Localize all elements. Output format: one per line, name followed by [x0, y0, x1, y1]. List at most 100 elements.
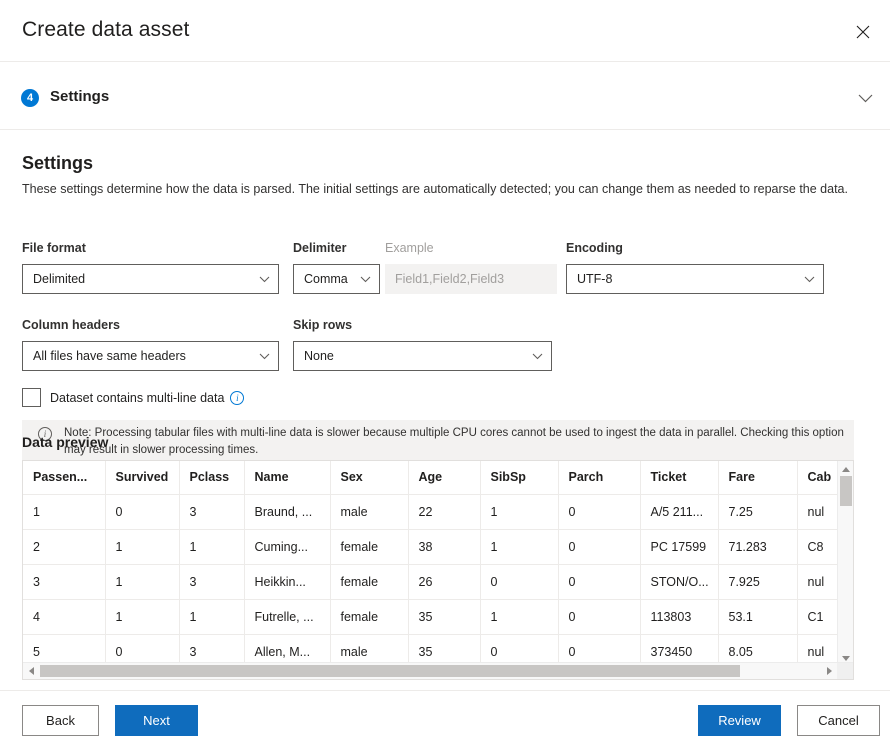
data-preview-table: Passen... Survived Pclass Name Sex Age S…	[23, 461, 853, 669]
scroll-right-button[interactable]	[821, 663, 837, 679]
file-format-dropdown[interactable]: Delimited	[22, 264, 279, 294]
column-header: Passen...	[23, 461, 106, 495]
skip-rows-label: Skip rows	[293, 318, 353, 332]
cell: 0	[105, 494, 180, 530]
page-title: Create data asset	[22, 18, 190, 41]
cell: female	[330, 564, 409, 600]
cell: 0	[558, 529, 641, 565]
column-header: Name	[244, 461, 331, 495]
column-headers-dropdown[interactable]: All files have same headers	[22, 341, 279, 371]
dialog-title-bar: Create data asset	[0, 0, 890, 62]
cell: 0	[558, 599, 641, 635]
skip-rows-value: None	[304, 349, 334, 363]
column-header: Ticket	[640, 461, 719, 495]
cell: 38	[408, 529, 481, 565]
chevron-down-icon	[858, 90, 873, 108]
skip-rows-dropdown[interactable]: None	[293, 341, 552, 371]
table-row: 1 0 3 Braund, ... male 22 1 0 A/5 211...…	[23, 494, 853, 530]
cell: Futrelle, ...	[244, 599, 331, 635]
dialog-footer: Back Next Review Cancel	[0, 690, 890, 748]
example-value: Field1,Field2,Field3	[395, 272, 505, 286]
file-format-label: File format	[22, 241, 86, 255]
cell: 1	[105, 599, 180, 635]
table-vertical-scrollbar[interactable]	[837, 461, 853, 664]
info-circle-icon[interactable]: i	[230, 390, 245, 405]
column-header: Age	[408, 461, 481, 495]
cell: 1	[105, 529, 180, 565]
table-horizontal-scrollbar[interactable]	[23, 662, 853, 679]
back-button[interactable]: Back	[22, 705, 99, 736]
cell: 26	[408, 564, 481, 600]
chevron-down-icon	[258, 273, 270, 285]
vertical-scroll-thumb[interactable]	[840, 476, 852, 506]
cell: 1	[179, 599, 245, 635]
cell: 3	[179, 564, 245, 600]
table-row: 2 1 1 Cuming... female 38 1 0 PC 17599 7…	[23, 529, 853, 565]
cell: 22	[408, 494, 481, 530]
horizontal-scroll-thumb[interactable]	[40, 665, 740, 677]
scrollbar-corner	[837, 663, 853, 679]
column-header: SibSp	[480, 461, 559, 495]
column-header: Parch	[558, 461, 641, 495]
close-icon	[856, 25, 870, 39]
close-button[interactable]	[848, 17, 878, 47]
file-format-value: Delimited	[33, 272, 86, 286]
multiline-note-banner: i Note: Processing tabular files with mu…	[22, 420, 854, 462]
cell: 2	[23, 529, 106, 565]
delimiter-label: Delimiter	[293, 241, 347, 255]
data-preview-table-container: Passen... Survived Pclass Name Sex Age S…	[22, 460, 854, 680]
cell: 1	[105, 564, 180, 600]
next-button[interactable]: Next	[115, 705, 198, 736]
caret-right-icon	[826, 662, 832, 679]
cell: 53.1	[718, 599, 798, 635]
settings-heading: Settings	[22, 153, 94, 173]
column-header: Sex	[330, 461, 409, 495]
cell: male	[330, 494, 409, 530]
cell: 35	[408, 599, 481, 635]
encoding-value: UTF-8	[577, 272, 613, 286]
chevron-down-icon	[258, 350, 270, 362]
cell: Braund, ...	[244, 494, 331, 530]
encoding-label: Encoding	[566, 241, 623, 255]
review-button[interactable]: Review	[698, 705, 781, 736]
table-row: 4 1 1 Futrelle, ... female 35 1 0 113803…	[23, 599, 853, 635]
cell: 113803	[640, 599, 719, 635]
column-headers-label: Column headers	[22, 318, 120, 332]
cell: STON/O...	[640, 564, 719, 600]
scroll-up-button[interactable]	[838, 461, 853, 475]
cell: 1	[480, 529, 559, 565]
caret-up-icon	[841, 461, 850, 477]
cell: 3	[179, 494, 245, 530]
example-readonly-field: Field1,Field2,Field3	[385, 264, 557, 294]
step-collapse-button[interactable]	[854, 88, 876, 110]
step-header[interactable]	[0, 63, 890, 130]
cell: 1	[480, 494, 559, 530]
chevron-down-icon	[531, 350, 543, 362]
column-header: Fare	[718, 461, 798, 495]
cell: 4	[23, 599, 106, 635]
cancel-button[interactable]: Cancel	[797, 705, 880, 736]
cell: female	[330, 529, 409, 565]
cell: 1	[480, 599, 559, 635]
encoding-dropdown[interactable]: UTF-8	[566, 264, 824, 294]
cell: Cuming...	[244, 529, 331, 565]
cell: 1	[23, 494, 106, 530]
column-headers-value: All files have same headers	[33, 349, 186, 363]
cell: 71.283	[718, 529, 798, 565]
step-number-badge: 4	[21, 89, 39, 107]
column-header: Survived	[105, 461, 180, 495]
cell: 1	[179, 529, 245, 565]
multiline-checkbox-row[interactable]: Dataset contains multi-line data i	[22, 388, 245, 407]
caret-left-icon	[28, 662, 34, 679]
cell: 7.925	[718, 564, 798, 600]
scroll-left-button[interactable]	[23, 663, 39, 679]
multiline-checkbox-label: Dataset contains multi-line data	[50, 390, 225, 405]
chevron-down-icon	[803, 273, 815, 285]
delimiter-value: Comma	[304, 272, 348, 286]
cell: PC 17599	[640, 529, 719, 565]
cell: 0	[558, 564, 641, 600]
delimiter-dropdown[interactable]: Comma	[293, 264, 380, 294]
data-preview-heading: Data preview	[22, 434, 109, 450]
cell: 7.25	[718, 494, 798, 530]
multiline-checkbox[interactable]	[22, 388, 41, 407]
